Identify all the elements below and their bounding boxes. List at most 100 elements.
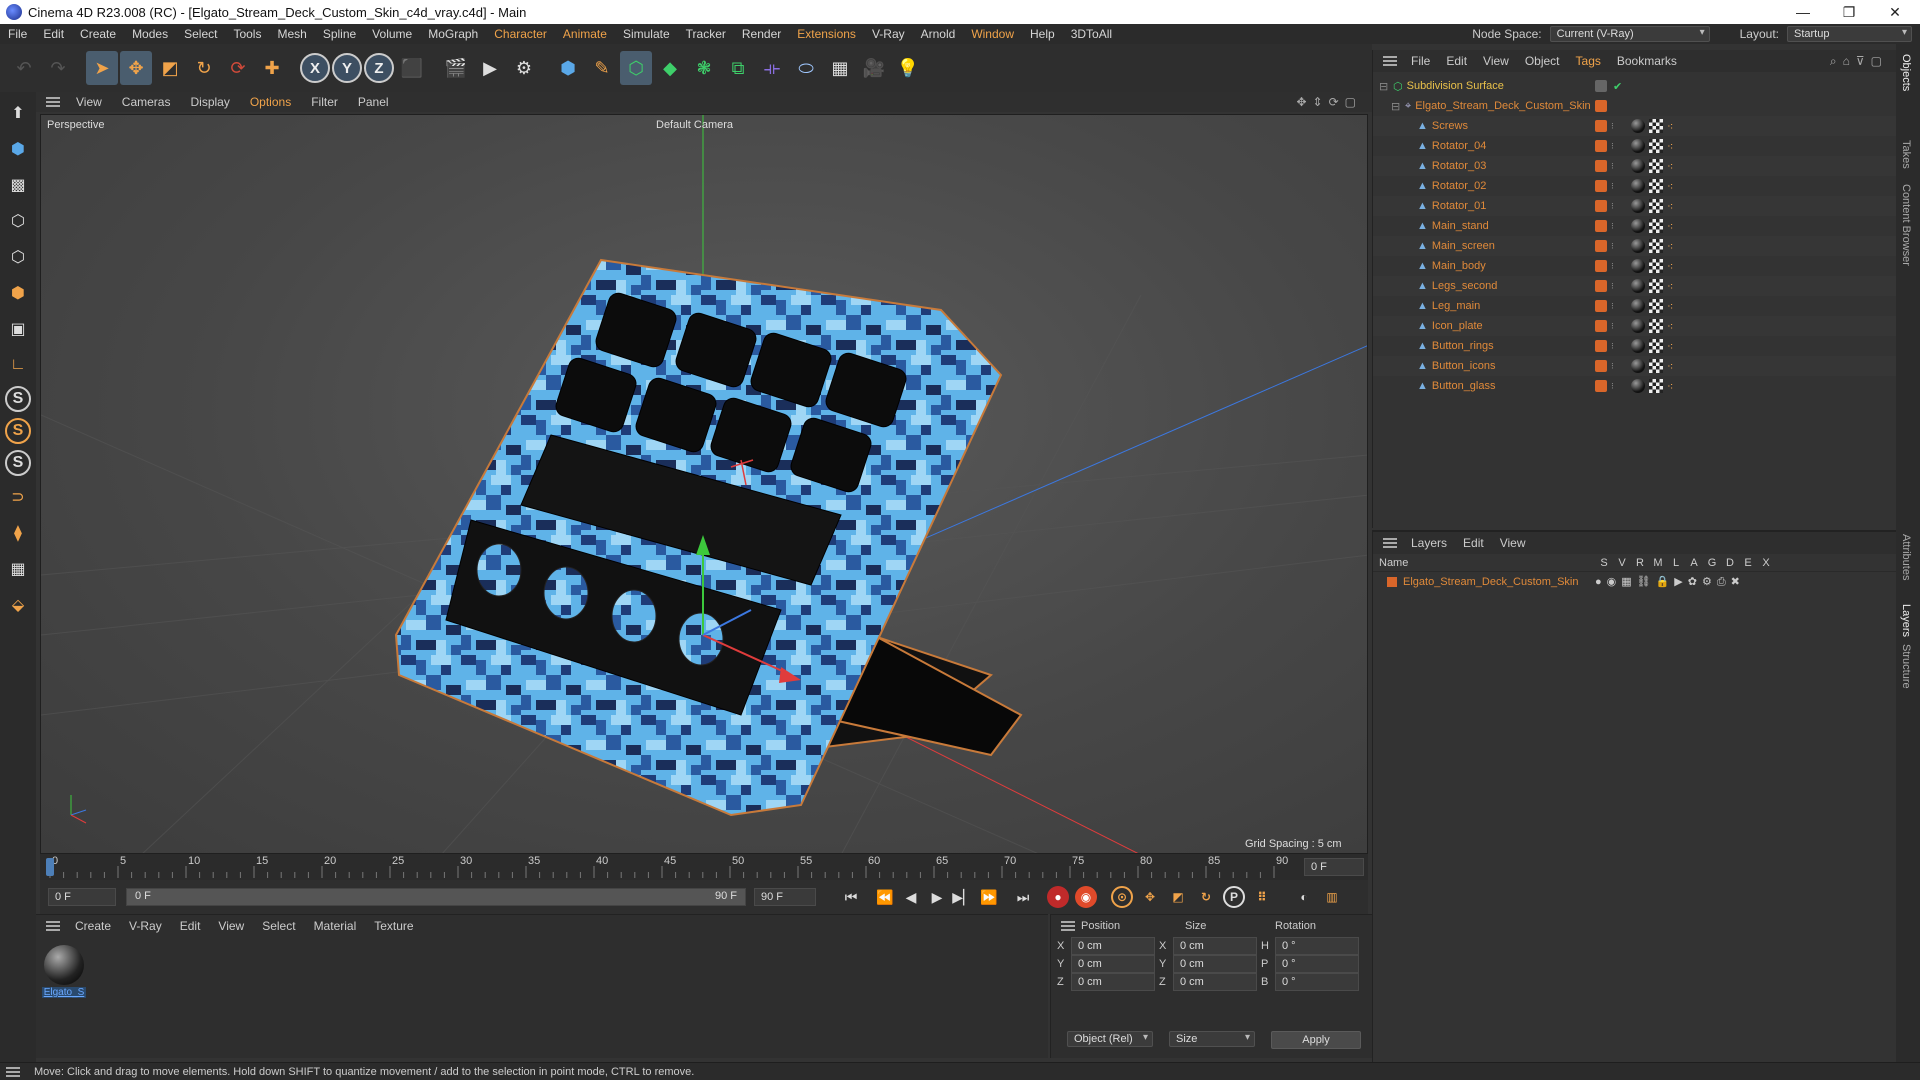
material-tag-icon[interactable] <box>1631 359 1645 373</box>
tab-structure[interactable]: Structure <box>1900 644 1912 689</box>
menu-render[interactable]: Render <box>734 27 789 41</box>
uvw-tag-icon[interactable] <box>1649 179 1663 193</box>
tab-takes[interactable]: Takes <box>1900 140 1912 169</box>
object-row-child[interactable]: ▲ Icon_plate ⁝ ⁖ <box>1373 316 1897 336</box>
object-hamburger-icon[interactable] <box>1383 56 1397 66</box>
position-field[interactable]: 0 cm <box>1071 973 1155 991</box>
mograph-cloner-icon[interactable]: ❃ <box>688 51 720 85</box>
phong-tag-icon[interactable]: ⁖ <box>1667 140 1673 153</box>
uvw-tag-icon[interactable] <box>1649 339 1663 353</box>
size-field[interactable]: 0 cm <box>1173 937 1257 955</box>
visibility-dots-icon[interactable]: ⁝ <box>1611 181 1614 192</box>
layer-color-icon[interactable] <box>1595 200 1607 212</box>
snap-magnet-icon[interactable]: ⊃ <box>3 482 33 512</box>
menu-tools[interactable]: Tools <box>225 27 269 41</box>
size-field[interactable]: 0 cm <box>1173 973 1257 991</box>
next-frame-icon[interactable]: ▶▏ <box>950 884 976 910</box>
motion-system-icon[interactable]: ◐ <box>1293 886 1315 908</box>
menu-mograph[interactable]: MoGraph <box>420 27 486 41</box>
viewport-menu-filter[interactable]: Filter <box>301 95 348 109</box>
phong-tag-icon[interactable]: ⁖ <box>1667 320 1673 333</box>
layer-color-icon[interactable] <box>1595 140 1607 152</box>
visibility-dots-icon[interactable]: ⁝ <box>1611 241 1614 252</box>
phong-tag-icon[interactable]: ⁖ <box>1667 160 1673 173</box>
menu-file[interactable]: File <box>0 27 35 41</box>
object-menu-tags[interactable]: Tags <box>1568 54 1609 68</box>
scale-tool-icon[interactable]: ◩ <box>154 51 186 85</box>
visibility-dots-icon[interactable]: ⁝ <box>1611 341 1614 352</box>
object-row-child[interactable]: ▲ Main_body ⁝ ⁖ <box>1373 256 1897 276</box>
phong-tag-icon[interactable]: ⁖ <box>1667 180 1673 193</box>
move-tool-icon[interactable]: ✥ <box>120 51 152 85</box>
coordinate-system-icon[interactable]: ⬛ <box>396 51 428 85</box>
layer-color-icon[interactable] <box>1595 240 1607 252</box>
visibility-dots-icon[interactable]: ⁝ <box>1611 281 1614 292</box>
recent-tools-icon[interactable]: ⟳ <box>222 51 254 85</box>
x-axis-lock-icon[interactable]: X <box>300 53 330 83</box>
menu-animate[interactable]: Animate <box>555 27 615 41</box>
timeline-layout-icon[interactable]: ▥ <box>1321 886 1343 908</box>
timeline-end-field[interactable]: 0 F <box>1304 858 1364 876</box>
solo-off-icon[interactable]: S <box>5 450 31 476</box>
material-menu-edit[interactable]: Edit <box>171 919 210 933</box>
coord-mode-dropdown[interactable]: Object (Rel) <box>1067 1031 1153 1047</box>
layer-hamburger-icon[interactable] <box>1383 538 1397 548</box>
cube-primitive-icon[interactable]: ⬢ <box>552 51 584 85</box>
go-to-end-icon[interactable]: ⏭ <box>1010 884 1036 910</box>
object-row-child[interactable]: ▲ Legs_second ⁝ ⁖ <box>1373 276 1897 296</box>
menu-select[interactable]: Select <box>176 27 225 41</box>
menu-help[interactable]: Help <box>1022 27 1063 41</box>
y-axis-lock-icon[interactable]: Y <box>332 53 362 83</box>
object-row-child[interactable]: ▲ Main_stand ⁝ ⁖ <box>1373 216 1897 236</box>
visibility-dots-icon[interactable]: ⁝ <box>1611 161 1614 172</box>
layer-color-icon[interactable] <box>1595 120 1607 132</box>
uvw-tag-icon[interactable] <box>1649 239 1663 253</box>
uv-mode-icon[interactable]: ▣ <box>3 314 33 344</box>
visibility-dots-icon[interactable]: ⁝ <box>1611 321 1614 332</box>
phong-tag-icon[interactable]: ⁖ <box>1667 200 1673 213</box>
material-menu-texture[interactable]: Texture <box>365 919 422 933</box>
layer-menu-edit[interactable]: Edit <box>1455 536 1492 550</box>
field-icon[interactable]: ⧉ <box>722 51 754 85</box>
material-tag-icon[interactable] <box>1631 259 1645 273</box>
uvw-tag-icon[interactable] <box>1649 219 1663 233</box>
uvw-tag-icon[interactable] <box>1649 199 1663 213</box>
key-parameter-icon[interactable]: P <box>1223 886 1245 908</box>
pen-spline-icon[interactable]: ✎ <box>586 51 618 85</box>
rotation-field[interactable]: 0 ° <box>1275 973 1359 991</box>
menu-character[interactable]: Character <box>486 27 555 41</box>
workplane-icon[interactable]: ⧫ <box>3 518 33 548</box>
object-menu-object[interactable]: Object <box>1517 54 1568 68</box>
axis-mode-icon[interactable]: ∟ <box>3 350 33 380</box>
object-row-child[interactable]: ▲ Button_glass ⁝ ⁖ <box>1373 376 1897 396</box>
rotate-tool-icon[interactable]: ↻ <box>188 51 220 85</box>
uvw-tag-icon[interactable] <box>1649 259 1663 273</box>
material-tag-icon[interactable] <box>1631 319 1645 333</box>
texture-mode-icon[interactable]: ▩ <box>3 170 33 200</box>
phong-tag-icon[interactable]: ⁖ <box>1667 280 1673 293</box>
phong-tag-icon[interactable]: ⁖ <box>1667 380 1673 393</box>
menu-create[interactable]: Create <box>72 27 124 41</box>
object-row-root[interactable]: ⊟ ⬡ Subdivision Surface ✔ <box>1373 76 1897 96</box>
uvw-tag-icon[interactable] <box>1649 279 1663 293</box>
uvw-tag-icon[interactable] <box>1649 379 1663 393</box>
material-menu-vray[interactable]: V-Ray <box>120 919 171 933</box>
phong-tag-icon[interactable]: ⁖ <box>1667 260 1673 273</box>
layer-color-icon[interactable] <box>1595 300 1607 312</box>
material-tag-icon[interactable] <box>1631 299 1645 313</box>
material-tag-icon[interactable] <box>1631 159 1645 173</box>
render-settings-icon[interactable]: ⚙ <box>508 51 540 85</box>
solo-s-icon[interactable]: S <box>5 386 31 412</box>
model-mode-icon[interactable]: ⬢ <box>3 134 33 164</box>
layer-color-icon[interactable] <box>1595 320 1607 332</box>
select-arrow-icon[interactable]: ➤ <box>86 51 118 85</box>
material-menu-material[interactable]: Material <box>305 919 366 933</box>
object-row-child[interactable]: ▲ Rotator_03 ⁝ ⁖ <box>1373 156 1897 176</box>
menu-tracker[interactable]: Tracker <box>678 27 734 41</box>
grid-workplane-icon[interactable]: ▦ <box>3 554 33 584</box>
key-scale-icon[interactable]: ◩ <box>1167 886 1189 908</box>
layer-menu-view[interactable]: View <box>1492 536 1534 550</box>
checkmark-icon[interactable]: ✔ <box>1613 80 1622 93</box>
locked-workplane-icon[interactable]: ⬙ <box>3 590 33 620</box>
next-key-icon[interactable]: ⏩ <box>976 884 1002 910</box>
